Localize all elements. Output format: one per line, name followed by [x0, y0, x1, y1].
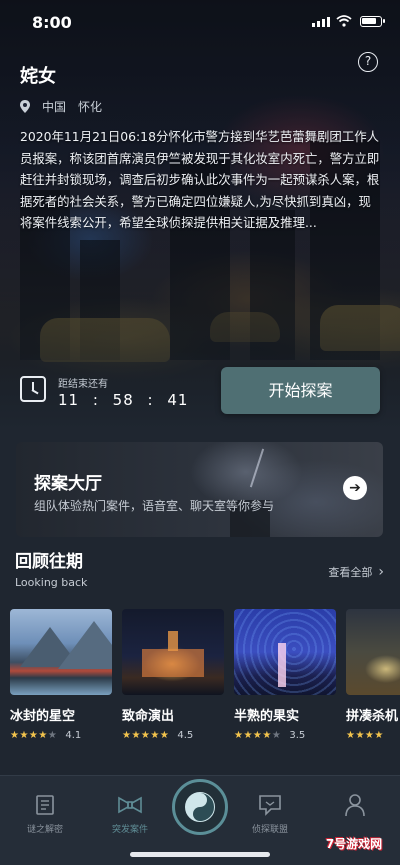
star-rating-icon: ★★★★★ [122, 730, 170, 741]
tab-breaking-case[interactable]: 突发案件 [95, 792, 165, 835]
investigation-hall-card[interactable]: 探案大厅 组队体验热门案件，语音室、聊天室等你参与 ➔ [16, 442, 383, 537]
bowtie-icon [118, 796, 142, 814]
tab-label: 侦探联盟 [251, 825, 288, 835]
past-cases-carousel[interactable]: 冰封的星空 ★★★★★ 4.1 致命演出 ★★★★★ 4.5 半熟的果实 ★★★… [10, 609, 400, 744]
tab-profile[interactable] [320, 792, 390, 818]
case-title: 姹女 [20, 66, 56, 87]
card-title: 冰封的星空 [10, 709, 76, 724]
case-thumbnail [10, 609, 112, 695]
view-all-label: 查看全部 [328, 566, 373, 579]
past-case-card[interactable]: 拼凑杀机 ★★★★ [346, 609, 400, 741]
card-rating: ★★★★★ 3.5 [234, 730, 336, 741]
chevron-right-icon: › [378, 564, 384, 580]
card-rating: ★★★★ [346, 730, 400, 741]
signal-icon [312, 17, 330, 27]
watermark-logo: 7号游戏网 [325, 836, 383, 851]
countdown-label: 距结束还有 [58, 379, 108, 390]
clock-icon [20, 376, 46, 402]
card-score: 4.1 [65, 730, 82, 741]
star-rating-icon: ★★★★★ [234, 730, 282, 741]
view-all-link[interactable]: 查看全部 › [328, 564, 384, 580]
tab-label: 突发案件 [111, 825, 148, 835]
star-rating-icon: ★★★★★ [10, 730, 58, 741]
card-rating: ★★★★★ 4.1 [10, 730, 112, 741]
star-rating-icon: ★★★★ [346, 730, 384, 741]
home-indicator[interactable] [130, 852, 270, 857]
section-title: 回顾往期 [15, 552, 83, 572]
case-location: 中国 怀化 [20, 98, 102, 115]
card-title: 致命演出 [122, 709, 175, 724]
tab-detective-league[interactable]: 侦探联盟 [235, 792, 305, 835]
card-score: 4.5 [177, 730, 194, 741]
card-score: 3.5 [289, 730, 306, 741]
yin-yang-icon [185, 792, 215, 822]
card-title: 半熟的果实 [234, 709, 300, 724]
book-icon [36, 795, 54, 815]
case-description: 2020年11月21日06:18分怀化市警方接到华艺芭蕾舞剧团工作人员报案，称该… [20, 129, 380, 230]
section-subtitle: Looking back [15, 576, 88, 589]
wifi-icon [336, 15, 352, 27]
case-thumbnail [122, 609, 224, 695]
case-country: 中国 [42, 100, 67, 114]
tab-label: 谜之解密 [26, 825, 63, 835]
hall-subtitle: 组队体验热门案件，语音室、聊天室等你参与 [34, 499, 275, 513]
countdown-timer: 11 : 58 : 41 [58, 391, 189, 409]
case-thumbnail [234, 609, 336, 695]
person-icon [345, 794, 365, 817]
past-case-card[interactable]: 致命演出 ★★★★★ 4.5 [122, 609, 224, 741]
tab-mystery[interactable]: 谜之解密 [10, 792, 80, 835]
hall-title: 探案大厅 [34, 474, 102, 494]
case-thumbnail [346, 609, 400, 695]
chat-icon [259, 795, 281, 816]
arrow-right-icon[interactable]: ➔ [343, 476, 367, 500]
card-rating: ★★★★★ 4.5 [122, 730, 224, 741]
card-title: 拼凑杀机 [346, 709, 399, 724]
help-button[interactable]: ? [358, 52, 378, 72]
past-case-card[interactable]: 冰封的星空 ★★★★★ 4.1 [10, 609, 112, 741]
status-time: 8:00 [32, 13, 72, 32]
location-pin-icon [20, 100, 30, 113]
start-investigation-button[interactable]: 开始探案 [221, 367, 380, 414]
case-city: 怀化 [78, 100, 103, 114]
past-case-card[interactable]: 半熟的果实 ★★★★★ 3.5 [234, 609, 336, 741]
status-bar: 8:00 [0, 0, 400, 44]
tab-home-center[interactable] [172, 779, 228, 835]
battery-icon [360, 16, 385, 27]
